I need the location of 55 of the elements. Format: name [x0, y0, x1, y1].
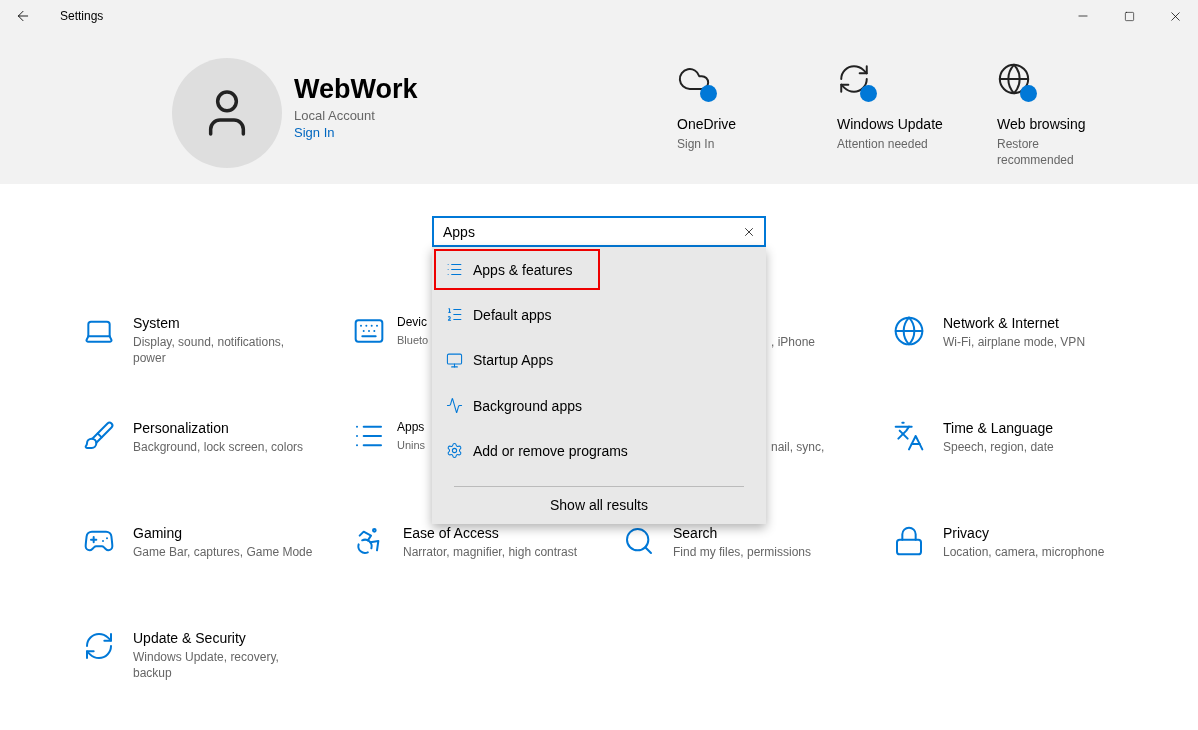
status-title[interactable]: Web browsing — [997, 116, 1086, 132]
search-field[interactable]: Apps — [432, 216, 766, 247]
suggestion-item[interactable]: Add or remove programs — [434, 430, 766, 472]
tile-description: Location, camera, microphone — [943, 544, 1105, 560]
settings-icon — [446, 442, 463, 460]
tile-title[interactable]: Update & Security — [133, 630, 246, 646]
tile-title[interactable]: Ease of Access — [403, 525, 499, 541]
monitor-icon — [446, 351, 463, 369]
tile-description: Speech, region, date — [943, 439, 1054, 455]
sync-icon[interactable] — [837, 62, 877, 102]
brush-icon — [83, 420, 115, 452]
status-subtitle: Attention needed — [837, 136, 929, 152]
tile-description: Blueto — [397, 333, 429, 348]
suggestion-item[interactable]: Background apps — [434, 384, 766, 427]
maximize-icon — [1123, 10, 1135, 22]
refresh-icon — [83, 630, 115, 662]
search-icon — [623, 525, 655, 557]
show-all-results-button[interactable]: Show all results — [543, 486, 654, 524]
tile-title[interactable]: Personalization — [133, 420, 229, 436]
tile-description: Background, lock screen, colors — [133, 439, 304, 455]
status-subtitle: Restore recommended — [997, 136, 1075, 168]
tile-title[interactable]: Privacy — [943, 525, 989, 541]
tile-title[interactable]: Network & Internet — [943, 315, 1059, 331]
suggestion-item[interactable]: Startup Apps — [434, 339, 766, 381]
status-title[interactable]: Windows Update — [837, 116, 943, 132]
tile-description: Game Bar, captures, Game Mode — [133, 544, 313, 560]
list-icon — [446, 306, 463, 324]
tile-title[interactable]: Devic — [397, 315, 427, 329]
status-title[interactable]: OneDrive — [677, 116, 737, 132]
tile-description: Windows Update, recovery, backup — [133, 649, 280, 681]
tile-description: Narrator, magnifier, high contrast — [403, 544, 578, 560]
tile-description: Wi-Fi, airplane mode, VPN — [943, 334, 1086, 350]
account-name: WebWork — [294, 73, 418, 106]
tile-description: , iPhone — [771, 334, 816, 350]
suggestion-item[interactable]: Default apps — [434, 294, 766, 336]
lock-icon — [893, 525, 925, 557]
status-subtitle: Sign In — [677, 136, 716, 152]
activity-icon — [446, 397, 463, 415]
tile-description: Display, sound, notifications, power — [133, 334, 286, 366]
window-title: Settings — [60, 9, 105, 23]
suggestion-item[interactable]: Apps & features — [434, 249, 600, 291]
tile-title[interactable]: Gaming — [133, 525, 183, 541]
tile-title[interactable]: Time & Language — [943, 420, 1053, 436]
globe-icon — [893, 315, 925, 347]
back-arrow-icon — [15, 8, 31, 24]
tile-description: Find my files, permissions — [673, 544, 812, 560]
account-type: Local Account — [294, 108, 375, 123]
tile-description: nail, sync, — [771, 439, 825, 455]
tile-description: Unins — [397, 438, 426, 453]
language-icon — [893, 420, 925, 452]
tile-title[interactable]: System — [133, 315, 180, 331]
tile-title[interactable]: Apps — [397, 420, 425, 434]
globe-icon[interactable] — [997, 62, 1037, 102]
sign-in-link[interactable]: Sign In — [294, 125, 335, 140]
tile-title[interactable]: Search — [673, 525, 718, 541]
